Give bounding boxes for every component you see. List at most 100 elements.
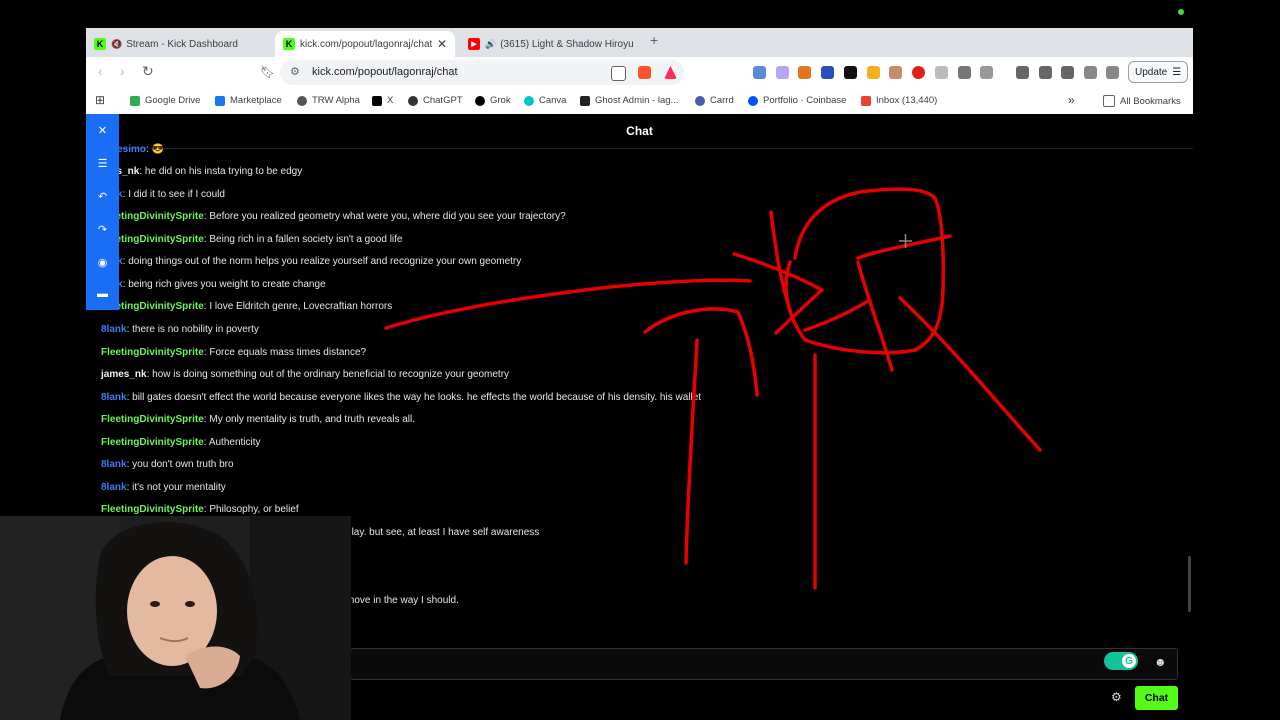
kick-icon: K <box>283 38 295 50</box>
chat-title: Chat <box>86 114 1193 149</box>
bookmark-gmail-inbox[interactable]: Inbox (13,440) <box>861 95 937 106</box>
tab-title: kick.com/popout/lagonraj/chat <box>300 38 433 50</box>
bookmark-google-drive[interactable]: Google Drive <box>130 95 200 106</box>
chat-scrollbar[interactable] <box>1188 556 1191 612</box>
muted-speaker-icon: 🔇 <box>111 38 123 49</box>
canva-icon <box>524 95 534 106</box>
chat-message: FleetingDivinitySprite: Before you reali… <box>101 211 566 222</box>
camera-icon[interactable]: ◉ <box>86 246 119 278</box>
google-drive-icon <box>130 95 140 106</box>
trw-icon <box>297 95 307 106</box>
bookmark-canva[interactable]: Canva <box>524 95 566 106</box>
gmail-icon <box>861 95 871 106</box>
bookmark-grok[interactable]: Grok <box>475 95 511 106</box>
send-chat-button[interactable]: Chat <box>1135 686 1178 710</box>
tab-strip: K 🔇 Stream - Kick Dashboard K kick.com/p… <box>86 28 1193 57</box>
chat-message: FleetingDivinitySprite: Being rich in a … <box>101 234 403 245</box>
coinbase-icon <box>748 95 758 106</box>
chat-message: FleetingDivinitySprite: I love Eldritch … <box>101 301 393 312</box>
chat-message-partial: and delay. but see, at least I have self… <box>321 527 540 538</box>
folder-icon <box>1103 95 1115 107</box>
chat-message: FleetingDivinitySprite: Authenticity <box>101 437 261 448</box>
bookmark-chatgpt[interactable]: ChatGPT <box>408 95 463 106</box>
chat-message: …nk: being rich gives you weight to crea… <box>101 279 326 290</box>
reload-icon[interactable]: ↻ <box>142 63 154 80</box>
close-tab-icon[interactable]: ✕ <box>437 37 447 51</box>
apps-grid-icon[interactable]: ⊞ <box>95 93 105 107</box>
chatgpt-icon <box>408 95 418 106</box>
extension-icon-1[interactable] <box>753 66 766 79</box>
back-icon[interactable]: ‹ <box>98 63 103 79</box>
kick-icon: K <box>94 38 106 50</box>
extension-icon-3[interactable] <box>821 66 834 79</box>
carrd-icon <box>695 95 705 106</box>
menu-icon: ☰ <box>1172 66 1182 78</box>
chat-message: 8lank: it's not your mentality <box>101 482 226 493</box>
site-info-icon[interactable]: ⚙ <box>290 65 300 78</box>
chat-message: 8lank: you don't own truth bro <box>101 459 234 470</box>
extension-icon-2[interactable] <box>776 66 789 79</box>
drawing-toolbar: ✕ ☰ ↶ ↷ ◉ ▬ <box>86 114 119 310</box>
bookmark-marketplace[interactable]: Marketplace <box>215 95 282 106</box>
pencil-extension-icon[interactable] <box>867 66 880 79</box>
share-icon[interactable] <box>611 66 626 81</box>
wallet-icon[interactable] <box>1061 66 1074 79</box>
all-bookmarks[interactable]: All Bookmarks <box>1103 95 1181 107</box>
extension-icon-5[interactable] <box>889 66 902 79</box>
bookmark-ghost-admin[interactable]: Ghost Admin - lag... <box>580 95 678 106</box>
close-icon[interactable]: ✕ <box>86 114 119 146</box>
update-button[interactable]: Update ☰ <box>1128 61 1188 83</box>
chat-message: 8lank: bill gates doesn't effect the wor… <box>101 392 702 403</box>
extension-icon-4[interactable] <box>844 66 857 79</box>
bookmark-carrd[interactable]: Carrd <box>695 95 734 106</box>
shield-extension-icon[interactable] <box>935 66 948 79</box>
chat-message: FleetingDivinitySprite: Philosophy, or b… <box>101 504 299 515</box>
more-bookmarks-icon[interactable]: » <box>1068 93 1075 107</box>
marketplace-icon <box>215 95 225 106</box>
emoji-icon[interactable]: ☻ <box>1154 655 1167 669</box>
vpn-icon[interactable] <box>1106 66 1119 79</box>
redo-icon[interactable]: ↷ <box>86 213 119 245</box>
url-text: kick.com/popout/lagonraj/chat <box>312 66 458 78</box>
chat-message: …nk: I did it to see if I could <box>101 189 225 200</box>
eraser-icon[interactable]: ▬ <box>86 278 119 310</box>
chat-message: 8lank: there is no nobility in poverty <box>101 324 259 335</box>
extension-icon-6[interactable] <box>980 66 993 79</box>
leo-ai-icon[interactable] <box>1084 66 1097 79</box>
chat-input[interactable] <box>350 648 1178 680</box>
chat-message: james_nk: how is doing something out of … <box>101 369 510 380</box>
chat-message: …nk: doing things out of the norm helps … <box>101 256 522 267</box>
forward-icon[interactable]: › <box>120 63 125 79</box>
tab-title: Stream - Kick Dashboard <box>126 38 238 50</box>
puzzle-icon[interactable] <box>958 66 971 79</box>
brave-shields-icon[interactable] <box>638 66 651 79</box>
tab-kick-dashboard[interactable]: K 🔇 Stream - Kick Dashboard <box>94 31 274 57</box>
gear-icon[interactable]: ⚙ <box>1111 690 1122 704</box>
undo-icon[interactable]: ↶ <box>86 180 119 212</box>
speaker-icon: 🔊 <box>485 38 497 49</box>
youtube-icon: ▶ <box>468 38 480 50</box>
x-icon <box>372 95 382 106</box>
ghost-icon <box>580 95 590 106</box>
bookmarks-bar: ⊞ Google Drive Marketplace TRW Alpha X C… <box>86 89 1193 115</box>
opera-icon[interactable] <box>912 66 925 79</box>
tab-kick-chat[interactable]: K kick.com/popout/lagonraj/chat ✕ <box>275 31 455 57</box>
chat-message: …es_nk: he did on his insta trying to be… <box>101 166 303 177</box>
new-tab-button[interactable]: + <box>650 32 658 48</box>
bookmark-icon[interactable]: 🔖︎ <box>260 65 275 79</box>
settings-sliders-icon[interactable]: ☰ <box>86 147 119 179</box>
toolbar: ‹ › ↻ 🔖︎ ⚙ kick.com/popout/lagonraj/chat… <box>86 57 1193 89</box>
bookmark-x[interactable]: X <box>372 95 393 106</box>
metamask-icon[interactable] <box>798 66 811 79</box>
bookmark-coinbase[interactable]: Portfolio · Coinbase <box>748 95 846 106</box>
update-label: Update <box>1135 66 1168 78</box>
chat-message: FleetingDivinitySprite: Force equals mas… <box>101 347 367 358</box>
sidebar-icon[interactable] <box>1039 66 1052 79</box>
bookmark-trw-alpha[interactable]: TRW Alpha <box>297 95 360 106</box>
grok-icon <box>475 95 485 106</box>
webcam-overlay <box>0 516 351 720</box>
grammarly-icon[interactable]: G <box>1104 652 1138 670</box>
status-dot <box>1178 9 1184 15</box>
media-icon[interactable] <box>1016 66 1029 79</box>
tab-youtube[interactable]: ▶ 🔊 (3615) Light & Shadow Hiroyuki <box>468 31 633 57</box>
